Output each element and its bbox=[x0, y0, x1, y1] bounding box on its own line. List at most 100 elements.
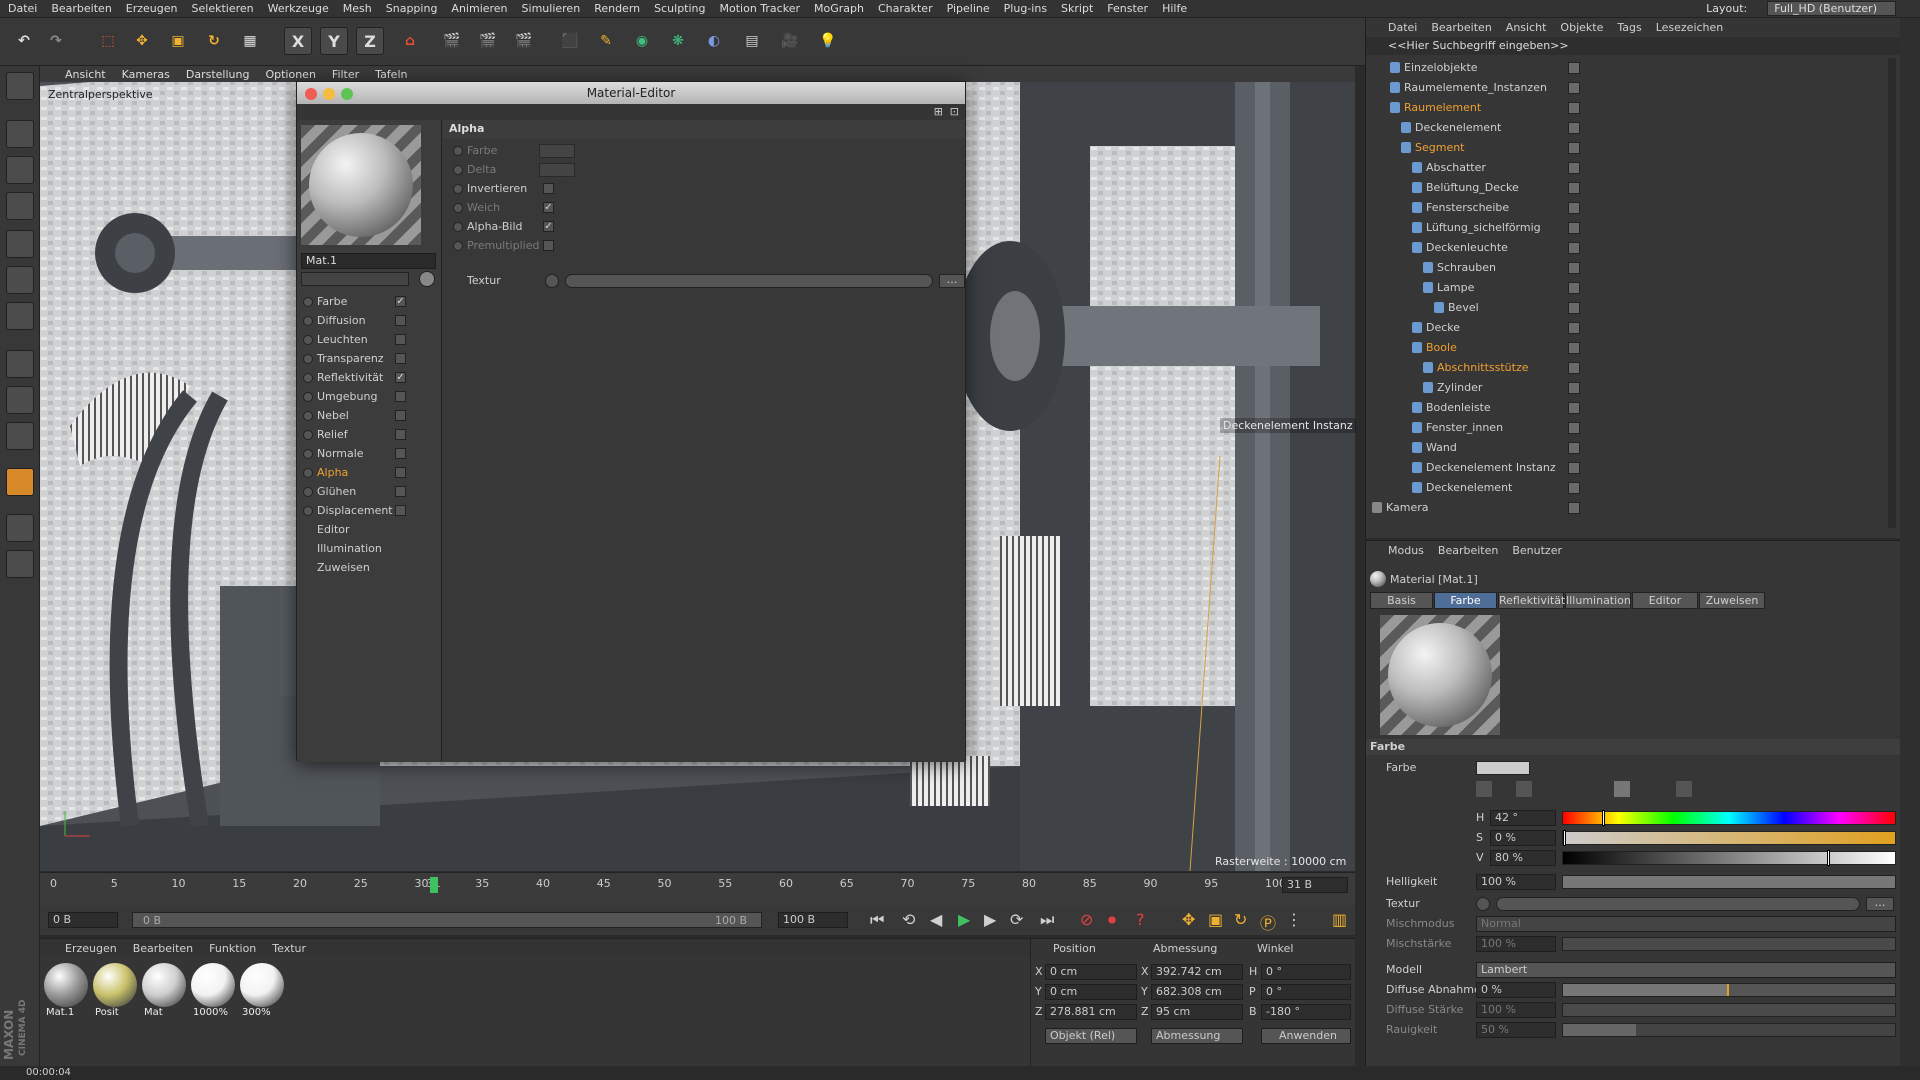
play-icon[interactable]: ▶ bbox=[958, 910, 970, 929]
tweak-icon[interactable] bbox=[6, 386, 34, 414]
object-row[interactable]: Wand bbox=[1366, 438, 1886, 458]
attribute-menu-1[interactable]: Bearbeiten bbox=[1438, 544, 1498, 557]
magnet-icon[interactable] bbox=[6, 468, 34, 496]
object-row[interactable]: Deckenelement Instanz bbox=[1366, 458, 1886, 478]
menu-10[interactable]: Sculpting bbox=[654, 2, 705, 15]
object-visibility-icon[interactable] bbox=[1568, 422, 1580, 434]
channel-item[interactable]: Transparenz bbox=[301, 350, 437, 368]
object-menu-3[interactable]: Objekte bbox=[1560, 21, 1603, 34]
property-checkbox[interactable] bbox=[543, 183, 554, 194]
channel-item[interactable]: Glühen bbox=[301, 483, 437, 501]
property-checkbox[interactable]: ✓ bbox=[543, 202, 554, 213]
channel-radio[interactable] bbox=[303, 449, 313, 459]
material-dropdown[interactable] bbox=[301, 272, 409, 286]
channel-radio[interactable] bbox=[303, 354, 313, 364]
channel-radio[interactable] bbox=[303, 335, 313, 345]
menu-18[interactable]: Hilfe bbox=[1162, 2, 1187, 15]
object-menu-2[interactable]: Ansicht bbox=[1506, 21, 1547, 34]
channel-item[interactable]: Umgebung bbox=[301, 388, 437, 406]
menu-2[interactable]: Erzeugen bbox=[126, 2, 178, 15]
value-slider[interactable] bbox=[1562, 850, 1896, 866]
menu-0[interactable]: Datei bbox=[8, 2, 37, 15]
spectrum-icon[interactable] bbox=[1516, 781, 1532, 797]
size-field[interactable]: 682.308 cm bbox=[1151, 984, 1243, 1000]
slider-marker[interactable] bbox=[1827, 850, 1830, 866]
object-visibility-icon[interactable] bbox=[1568, 442, 1580, 454]
channel-radio[interactable] bbox=[303, 468, 313, 478]
key-parameter-icon[interactable]: Ⓟ bbox=[1260, 910, 1276, 934]
keyframe-icon[interactable]: ? bbox=[1136, 910, 1145, 929]
object-menu-4[interactable]: Tags bbox=[1617, 21, 1641, 34]
property-radio[interactable] bbox=[453, 165, 463, 175]
polygons-mode-icon[interactable] bbox=[6, 302, 34, 330]
floor-icon[interactable]: ▤ bbox=[738, 27, 766, 55]
workplane-icon[interactable] bbox=[6, 192, 34, 220]
material-editor-window[interactable]: Material-Editor ⊞ ⊡ Mat.1 Farbe ✓ Diffusio… bbox=[296, 81, 966, 762]
move-icon[interactable]: ✥ bbox=[128, 27, 156, 55]
go-to-end-icon[interactable]: ⏭ bbox=[1040, 910, 1054, 930]
record-icon[interactable]: ⊘ bbox=[1080, 910, 1093, 929]
key-position-icon[interactable]: ✥ bbox=[1182, 910, 1195, 929]
brightness-slider[interactable] bbox=[1562, 875, 1896, 889]
property-radio[interactable] bbox=[453, 184, 463, 194]
menu-12[interactable]: MoGraph bbox=[814, 2, 864, 15]
channel-checkbox[interactable] bbox=[395, 467, 406, 478]
channel-radio[interactable] bbox=[303, 487, 313, 497]
object-visibility-icon[interactable] bbox=[1568, 142, 1580, 154]
object-visibility-icon[interactable] bbox=[1568, 462, 1580, 474]
object-visibility-icon[interactable] bbox=[1568, 242, 1580, 254]
range-slider[interactable]: 0 B 100 B bbox=[132, 912, 762, 928]
channel-item[interactable]: Alpha bbox=[301, 464, 437, 482]
viewport-menu-0[interactable]: Ansicht bbox=[65, 68, 106, 81]
rotation-field[interactable]: 0 ° bbox=[1261, 984, 1351, 1000]
object-visibility-icon[interactable] bbox=[1568, 502, 1580, 514]
channel-item[interactable]: Nebel bbox=[301, 407, 437, 425]
channel-checkbox[interactable] bbox=[395, 429, 406, 440]
object-visibility-icon[interactable] bbox=[1568, 102, 1580, 114]
object-visibility-icon[interactable] bbox=[1568, 202, 1580, 214]
hsv-icon[interactable] bbox=[1614, 781, 1630, 797]
key-point-level-icon[interactable]: ⋮ bbox=[1286, 910, 1302, 929]
mixer-icon[interactable] bbox=[1676, 781, 1692, 797]
object-visibility-icon[interactable] bbox=[1568, 302, 1580, 314]
hue-field[interactable]: 42 ° bbox=[1490, 810, 1556, 826]
model-mode-icon[interactable] bbox=[6, 120, 34, 148]
material-menu-2[interactable]: Funktion bbox=[209, 942, 256, 955]
object-row[interactable]: Abschnittsstütze bbox=[1366, 358, 1886, 378]
property-radio[interactable] bbox=[453, 146, 463, 156]
axis-mode-icon[interactable] bbox=[6, 350, 34, 378]
end-frame-field[interactable]: 100 B bbox=[778, 912, 848, 928]
roughness-field[interactable]: 50 % bbox=[1476, 1022, 1556, 1038]
minimize-icon[interactable] bbox=[323, 88, 335, 100]
channel-radio[interactable] bbox=[303, 411, 313, 421]
channel-item[interactable]: Displacement bbox=[301, 502, 437, 520]
channel-radio[interactable] bbox=[303, 297, 313, 307]
edges-mode-icon[interactable] bbox=[6, 266, 34, 294]
object-search-input[interactable]: <<Hier Suchbegriff eingeben>> bbox=[1366, 37, 1900, 55]
timeline-playhead[interactable] bbox=[430, 877, 438, 893]
material-menu-3[interactable]: Textur bbox=[272, 942, 306, 955]
object-row[interactable]: Abschatter bbox=[1366, 158, 1886, 178]
property-radio[interactable] bbox=[453, 203, 463, 213]
menu-11[interactable]: Motion Tracker bbox=[720, 2, 800, 15]
key-rotation-icon[interactable]: ↻ bbox=[1234, 910, 1247, 929]
object-row[interactable]: Schrauben bbox=[1366, 258, 1886, 278]
texture-slot[interactable] bbox=[565, 274, 933, 288]
object-visibility-icon[interactable] bbox=[1568, 222, 1580, 234]
maximize-icon[interactable] bbox=[341, 88, 353, 100]
editor-page-item[interactable]: Editor bbox=[301, 521, 437, 539]
object-menu-0[interactable]: Datei bbox=[1388, 21, 1417, 34]
attribute-menu-0[interactable]: Modus bbox=[1388, 544, 1424, 557]
attribute-tab[interactable]: Basis bbox=[1370, 592, 1433, 609]
saturation-field[interactable]: 0 % bbox=[1490, 830, 1556, 846]
diffuse-falloff-field[interactable]: 0 % bbox=[1476, 982, 1556, 998]
attribute-menu-2[interactable]: Benutzer bbox=[1512, 544, 1562, 557]
diffuse-falloff-slider[interactable] bbox=[1562, 983, 1896, 997]
texture-arrow-icon[interactable] bbox=[545, 274, 559, 288]
blend-strength-field[interactable]: 100 % bbox=[1476, 936, 1556, 952]
step-forward-icon[interactable]: ▶ bbox=[984, 910, 996, 929]
brightness-field[interactable]: 100 % bbox=[1476, 874, 1556, 890]
texture-slot[interactable] bbox=[1496, 897, 1860, 911]
layout-select[interactable]: Full_HD (Benutzer) bbox=[1767, 1, 1896, 16]
model-select[interactable]: Lambert bbox=[1476, 962, 1896, 978]
